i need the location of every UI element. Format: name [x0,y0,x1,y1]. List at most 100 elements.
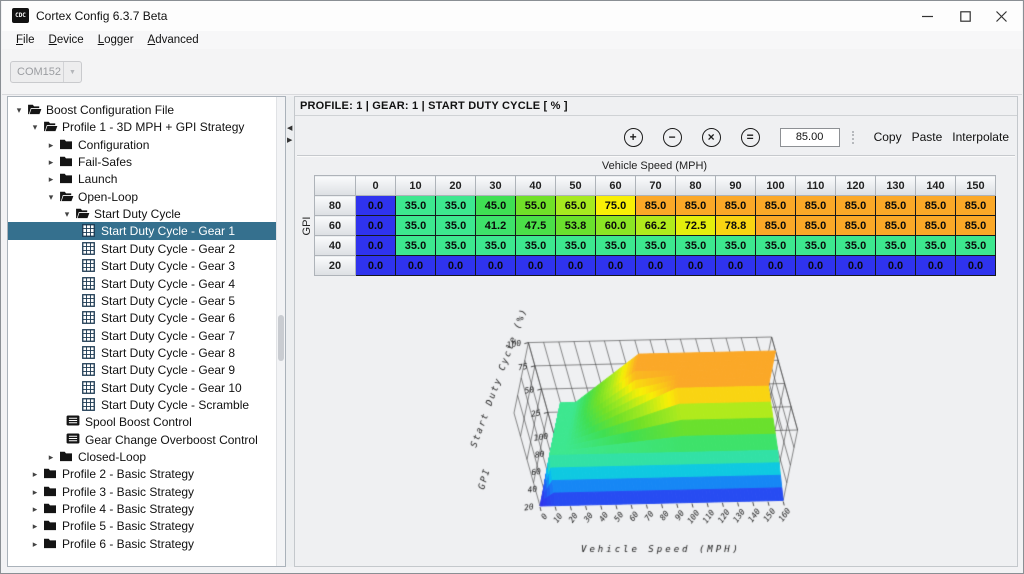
close-button[interactable] [984,3,1018,29]
duty-cell[interactable]: 35.0 [396,236,436,256]
duty-cell[interactable]: 0.0 [356,216,396,236]
set-value-button[interactable]: = [741,128,760,147]
tree-item[interactable]: ▸Profile 2 - Basic Strategy [8,465,277,483]
duty-cell[interactable]: 47.5 [516,216,556,236]
duty-cell[interactable]: 0.0 [756,256,796,276]
tree-item[interactable]: Gear Change Overboost Control [8,431,277,449]
duty-cell[interactable]: 0.0 [956,256,996,276]
duty-cell[interactable]: 78.8 [716,216,756,236]
duty-cell[interactable]: 85.0 [756,196,796,216]
minimize-button[interactable] [910,3,944,29]
tree-item[interactable]: Start Duty Cycle - Gear 2 [8,240,277,258]
duty-cell[interactable]: 85.0 [956,196,996,216]
tree-item[interactable]: Start Duty Cycle - Gear 8 [8,344,277,362]
duty-cell[interactable]: 53.8 [556,216,596,236]
tree-scrollbar[interactable] [276,97,285,566]
duty-cell[interactable]: 85.0 [876,216,916,236]
tree-item[interactable]: Start Duty Cycle - Gear 4 [8,275,277,293]
duty-cell[interactable]: 85.0 [836,196,876,216]
duty-cell[interactable]: 0.0 [476,256,516,276]
duty-cell[interactable]: 35.0 [436,216,476,236]
tree-item[interactable]: ▸Fail-Safes [8,153,277,171]
menu-item-device[interactable]: Device [43,33,90,47]
duty-cell[interactable]: 35.0 [396,196,436,216]
tree-item[interactable]: ▾Open-Loop [8,188,277,206]
duty-cell[interactable]: 35.0 [836,236,876,256]
duty-cell[interactable]: 0.0 [836,256,876,276]
duty-cell[interactable]: 0.0 [796,256,836,276]
tree-item[interactable]: ▸Profile 3 - Basic Strategy [8,483,277,501]
tree-scrollbar-thumb[interactable] [278,315,284,361]
duty-cell[interactable]: 35.0 [876,236,916,256]
duty-cell[interactable]: 0.0 [676,256,716,276]
duty-cell[interactable]: 35.0 [796,236,836,256]
duty-cell[interactable]: 85.0 [796,196,836,216]
duty-cell[interactable]: 85.0 [796,216,836,236]
add-value-button[interactable]: + [624,128,643,147]
tree-item[interactable]: ▾Profile 1 - 3D MPH + GPI Strategy [8,118,277,136]
copy-button[interactable]: Copy [874,130,902,144]
menu-item-logger[interactable]: Logger [92,33,140,47]
com-port-select[interactable]: COM152 ▼ [10,61,82,83]
duty-cell[interactable]: 85.0 [876,196,916,216]
duty-cell[interactable]: 85.0 [836,216,876,236]
duty-cell[interactable]: 0.0 [356,196,396,216]
duty-cell[interactable]: 35.0 [556,236,596,256]
menu-item-file[interactable]: File [10,33,41,47]
duty-cell[interactable]: 35.0 [716,236,756,256]
duty-cell[interactable]: 0.0 [916,256,956,276]
duty-cell[interactable]: 85.0 [916,196,956,216]
subtract-value-button[interactable]: − [663,128,682,147]
duty-cell[interactable]: 35.0 [956,236,996,256]
duty-cell[interactable]: 65.0 [556,196,596,216]
maximize-button[interactable] [948,3,982,29]
duty-cell[interactable]: 35.0 [436,196,476,216]
duty-cell[interactable]: 35.0 [396,216,436,236]
duty-cell[interactable]: 0.0 [636,256,676,276]
panel-splitter[interactable]: ◀ ▶ [286,96,294,567]
tree-item[interactable]: Start Duty Cycle - Gear 9 [8,361,277,379]
duty-cell[interactable]: 66.2 [636,216,676,236]
duty-cell[interactable]: 85.0 [756,216,796,236]
duty-cell[interactable]: 75.0 [596,196,636,216]
collapse-right-icon[interactable]: ▶ [287,136,292,144]
duty-cell[interactable]: 0.0 [516,256,556,276]
tree-item[interactable]: ▸Configuration [8,136,277,154]
tree-item[interactable]: Start Duty Cycle - Gear 3 [8,257,277,275]
collapse-left-icon[interactable]: ◀ [287,124,292,132]
duty-cell[interactable]: 35.0 [596,236,636,256]
multiply-value-button[interactable]: × [702,128,721,147]
duty-cell[interactable]: 0.0 [396,256,436,276]
duty-cell[interactable]: 0.0 [716,256,756,276]
duty-cell[interactable]: 35.0 [916,236,956,256]
duty-cell[interactable]: 0.0 [876,256,916,276]
duty-cell[interactable]: 55.0 [516,196,556,216]
tree-item[interactable]: Spool Boost Control [8,413,277,431]
paste-button[interactable]: Paste [912,130,943,144]
tree-item-selected[interactable]: Start Duty Cycle - Gear 1 [8,222,277,240]
tree-item[interactable]: Start Duty Cycle - Scramble [8,396,277,414]
tree-item[interactable]: Start Duty Cycle - Gear 5 [8,292,277,310]
duty-cell[interactable]: 0.0 [356,236,396,256]
duty-cell[interactable]: 41.2 [476,216,516,236]
duty-cell[interactable]: 0.0 [596,256,636,276]
tree-item[interactable]: ▾Boost Configuration File [8,101,277,119]
duty-cell[interactable]: 45.0 [476,196,516,216]
duty-cell[interactable]: 35.0 [516,236,556,256]
interpolate-button[interactable]: Interpolate [952,130,1009,144]
duty-cell[interactable]: 85.0 [916,216,956,236]
duty-cell[interactable]: 0.0 [356,256,396,276]
tree-item[interactable]: ▸Profile 6 - Basic Strategy [8,535,277,553]
duty-cell[interactable]: 85.0 [716,196,756,216]
tree-item[interactable]: Start Duty Cycle - Gear 10 [8,379,277,397]
tree-item[interactable]: Start Duty Cycle - Gear 7 [8,327,277,345]
duty-cell[interactable]: 35.0 [436,236,476,256]
tree-item[interactable]: ▾Start Duty Cycle [8,205,277,223]
duty-cell[interactable]: 85.0 [636,196,676,216]
duty-cell[interactable]: 35.0 [676,236,716,256]
duty-cell[interactable]: 35.0 [756,236,796,256]
duty-cell[interactable]: 35.0 [636,236,676,256]
duty-cell[interactable]: 60.0 [596,216,636,236]
menu-item-advanced[interactable]: Advanced [142,33,205,47]
duty-cell[interactable]: 72.5 [676,216,716,236]
